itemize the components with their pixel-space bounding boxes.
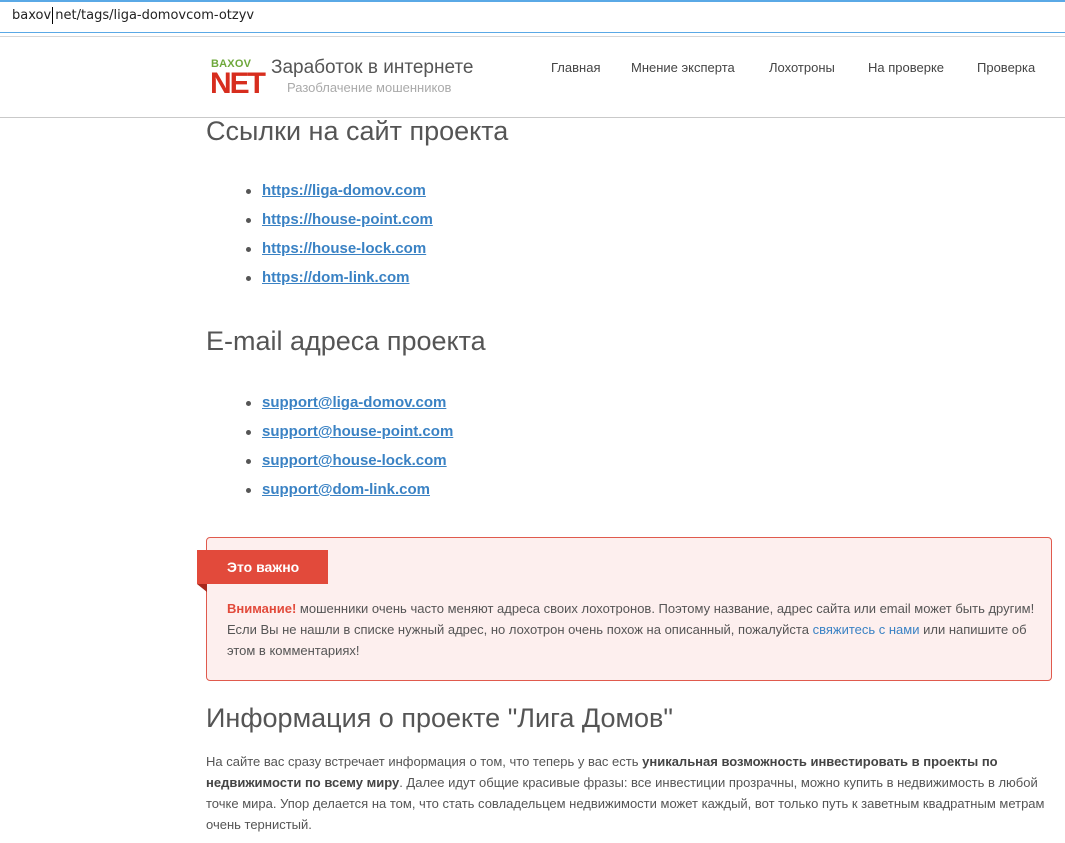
site-header: BAXOV NET Заработок в интернете Разоблач… (0, 37, 1065, 118)
url-text[interactable]: baxov net/tags/liga-domovcom-otzyv (12, 8, 254, 23)
list-item: support@house-point.com (246, 423, 453, 452)
nav-item-expert[interactable]: Мнение эксперта (631, 60, 735, 75)
warning-label: Внимание! (227, 601, 297, 616)
list-item: support@dom-link.com (246, 481, 453, 510)
nav-item-check[interactable]: Проверка (977, 60, 1035, 75)
project-link[interactable]: https://house-point.com (262, 211, 433, 228)
address-bar[interactable]: baxov net/tags/liga-domovcom-otzyv (0, 0, 1065, 33)
project-link[interactable]: https://dom-link.com (262, 269, 410, 286)
logo-bottom-text: NET (210, 67, 266, 100)
project-link[interactable]: https://house-lock.com (262, 240, 426, 257)
nav-item-under-review[interactable]: На проверке (868, 60, 944, 75)
info-heading: Информация о проекте "Лига Домов" (206, 703, 673, 733)
nav-item-scams[interactable]: Лохотроны (769, 60, 835, 75)
email-heading: E-mail адреса проекта (206, 326, 486, 356)
site-subtitle: Разоблачение мошенников (287, 80, 452, 95)
site-title[interactable]: Заработок в интернете (271, 57, 473, 79)
list-item: support@house-lock.com (246, 452, 453, 481)
email-link[interactable]: support@liga-domov.com (262, 394, 446, 411)
links-heading: Ссылки на сайт проекта (206, 116, 509, 146)
notice-text: Внимание! мошенники очень часто меняют а… (227, 598, 1037, 661)
info-text-part1: На сайте вас сразу встречает информация … (206, 754, 643, 769)
text-caret (52, 7, 53, 24)
email-link[interactable]: support@house-point.com (262, 423, 453, 440)
ribbon-fold (197, 584, 207, 592)
list-item: https://house-lock.com (246, 240, 433, 269)
list-item: https://liga-domov.com (246, 182, 433, 211)
list-item: support@liga-domov.com (246, 394, 453, 423)
important-notice: Это важно Внимание! мошенники очень част… (197, 537, 1052, 681)
notice-ribbon: Это важно (197, 550, 328, 584)
email-link[interactable]: support@house-lock.com (262, 452, 447, 469)
contact-us-link[interactable]: свяжитесь с нами (813, 622, 920, 637)
list-item: https://house-point.com (246, 211, 433, 240)
project-links-list: https://liga-domov.com https://house-poi… (246, 182, 433, 298)
site-logo[interactable]: BAXOV NET (210, 58, 266, 102)
email-link[interactable]: support@dom-link.com (262, 481, 430, 498)
project-link[interactable]: https://liga-domov.com (262, 182, 426, 199)
nav-item-home[interactable]: Главная (551, 60, 600, 75)
email-list: support@liga-domov.com support@house-poi… (246, 394, 453, 510)
list-item: https://dom-link.com (246, 269, 433, 298)
info-paragraph: На сайте вас сразу встречает информация … (206, 751, 1054, 835)
